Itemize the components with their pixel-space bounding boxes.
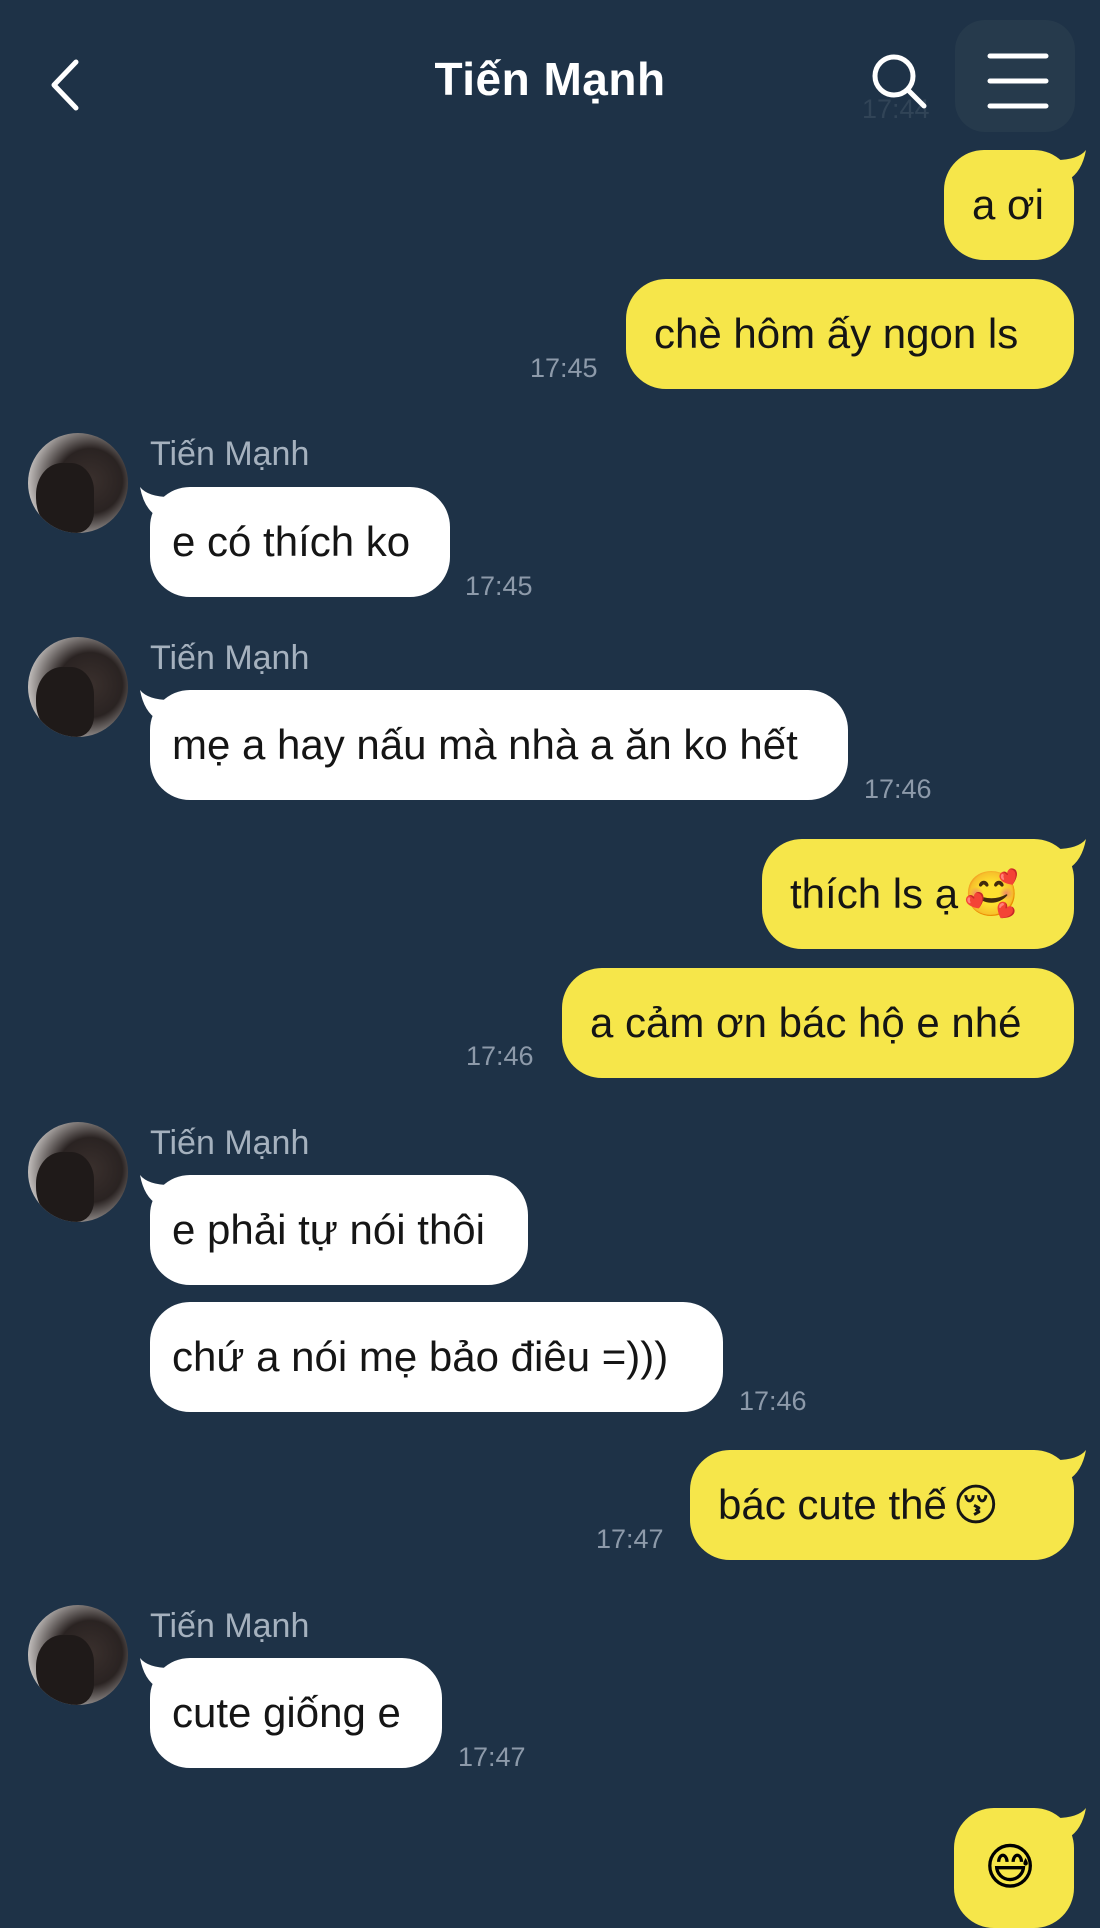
sender-name: Tiến Mạnh	[150, 1124, 310, 1162]
message-text: bác cute thế	[718, 1481, 947, 1528]
message-bubble-incoming[interactable]: mẹ a hay nấu mà nhà a ăn ko hết	[150, 690, 848, 800]
message-text: cute giống e	[172, 1689, 401, 1736]
sender-name: Tiến Mạnh	[150, 435, 310, 473]
avatar[interactable]	[28, 1122, 128, 1222]
message-text: a cảm ơn bác hộ e nhé	[590, 999, 1022, 1046]
grinning-face-with-sweat-emoji: 😅	[984, 1839, 1037, 1895]
message-bubble-outgoing[interactable]: chè hôm ấy ngon ls	[626, 279, 1074, 389]
message-text: mẹ a hay nấu mà nhà a ăn ko hết	[172, 721, 798, 768]
message-timestamp: 17:45	[530, 353, 598, 383]
hamburger-menu-icon	[987, 53, 1049, 109]
smiling-face-with-hearts-emoji: 🥰	[964, 870, 1019, 919]
message-bubble-incoming[interactable]: e có thích ko	[150, 487, 450, 597]
message-bubble-outgoing[interactable]: a ơi	[944, 150, 1074, 260]
sender-name: Tiến Mạnh	[150, 1607, 310, 1645]
bubble-tail	[1056, 1808, 1086, 1838]
bubble-tail	[1056, 150, 1086, 180]
message-bubble-incoming[interactable]: e phải tự nói thôi	[150, 1175, 528, 1285]
menu-button[interactable]	[955, 20, 1075, 132]
message-text: e phải tự nói thôi	[172, 1206, 485, 1253]
message-timestamp: 17:47	[596, 1524, 664, 1554]
chat-header: Tiến Mạnh 17:44	[0, 0, 1100, 170]
search-button[interactable]	[868, 50, 932, 114]
message-bubble-incoming[interactable]: cute giống e	[150, 1658, 442, 1768]
message-text: thích ls ạ	[790, 870, 959, 917]
message-timestamp: 17:46	[466, 1041, 534, 1071]
sender-name: Tiến Mạnh	[150, 639, 310, 677]
message-text: chứ a nói mẹ bảo điêu =)))	[172, 1333, 669, 1380]
bubble-tail	[1056, 1450, 1086, 1480]
message-timestamp: 17:46	[739, 1386, 807, 1416]
message-bubble-incoming[interactable]: chứ a nói mẹ bảo điêu =)))	[150, 1302, 723, 1412]
message-text: e có thích ko	[172, 518, 411, 565]
search-icon	[872, 54, 927, 109]
avatar[interactable]	[28, 1605, 128, 1705]
avatar[interactable]	[28, 433, 128, 533]
message-bubble-outgoing[interactable]: bác cute thế 😚	[690, 1450, 1074, 1560]
message-timestamp: 17:47	[458, 1742, 526, 1772]
message-bubble-outgoing[interactable]: thích ls ạ 🥰	[762, 839, 1074, 949]
message-text: chè hôm ấy ngon ls	[654, 310, 1019, 357]
message-bubble-outgoing[interactable]: a cảm ơn bác hộ e nhé	[562, 968, 1074, 1078]
chat-title: Tiến Mạnh	[434, 53, 666, 105]
bubble-tail	[1056, 839, 1086, 869]
kissing-face-emoji: 😚	[952, 1480, 999, 1530]
avatar[interactable]	[28, 637, 128, 737]
message-timestamp: 17:45	[465, 571, 533, 601]
message-text: a ơi	[972, 181, 1044, 228]
message-timestamp: 17:46	[864, 774, 932, 804]
